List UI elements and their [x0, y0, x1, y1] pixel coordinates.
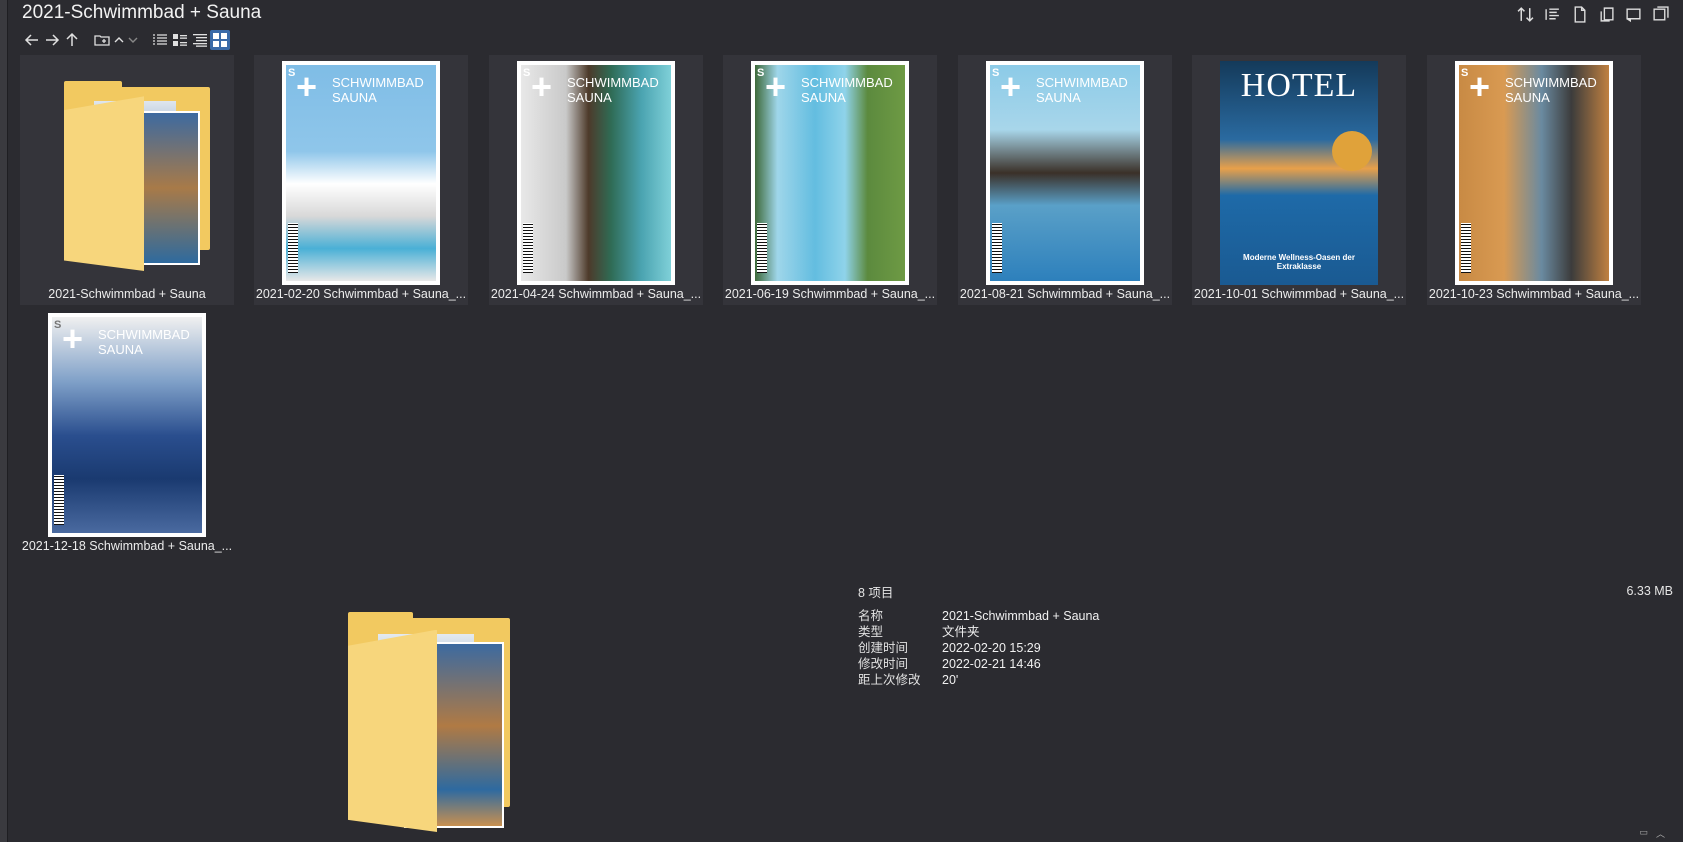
folder-item[interactable]: 2021-Schwimmbad + Sauna	[20, 55, 234, 305]
magazine-title: SCHWIMMBAD SAUNA	[801, 75, 893, 105]
details-view-icon[interactable]	[170, 30, 190, 50]
property-key: 距上次修改	[858, 673, 921, 687]
item-count: 8 项目	[858, 586, 894, 600]
file-item[interactable]: S + SCHWIMMBAD SAUNA 2021-02-20 Schwimmba…	[254, 55, 468, 305]
chevron-down-icon[interactable]	[126, 30, 140, 50]
property-row: 名称 2021-Schwimmbad + Sauna	[858, 608, 1099, 624]
bottom-right-controls: ▭ ︿	[1639, 827, 1665, 840]
magazine-cover-thumbnail: HOTEL Moderne Wellness-Oasen der Extrakl…	[1220, 61, 1378, 285]
cover-tagline: Moderne Wellness-Oasen der Extraklasse	[1243, 253, 1355, 271]
thumbnail-view-icon[interactable]	[210, 30, 230, 50]
item-label: 2021-04-24 Schwimmbad + Sauna_...	[490, 287, 702, 301]
chevron-up-icon[interactable]	[112, 30, 126, 50]
property-value: 文件夹	[942, 625, 980, 639]
window-icon[interactable]	[1650, 4, 1671, 25]
new-folder-icon[interactable]	[92, 30, 112, 50]
magazine-title: SCHWIMMBAD SAUNA	[1505, 75, 1597, 105]
item-label: 2021-08-21 Schwimmbad + Sauna_...	[959, 287, 1171, 301]
tiles-view-icon[interactable]	[190, 30, 210, 50]
collapse-icon[interactable]: ︿	[1656, 827, 1665, 840]
file-item[interactable]: HOTEL Moderne Wellness-Oasen der Extrakl…	[1192, 55, 1406, 305]
item-label: 2021-06-19 Schwimmbad + Sauna_...	[724, 287, 936, 301]
property-value: 20'	[942, 673, 959, 687]
magazine-cover-thumbnail: S + SCHWIMMBAD SAUNA	[517, 61, 675, 285]
property-row: 修改时间 2022-02-21 14:46	[858, 656, 1099, 672]
property-row: 类型 文件夹	[858, 624, 1099, 640]
magazine-title: SCHWIMMBAD SAUNA	[567, 75, 659, 105]
list-view-icon[interactable]	[150, 30, 170, 50]
window-title: 2021-Schwimmbad + Sauna	[22, 2, 262, 23]
preview-folder-icon	[348, 612, 510, 832]
property-key: 名称	[858, 609, 884, 623]
file-item[interactable]: S + SCHWIMMBAD SAUNA 2021-08-21 Schwimmba…	[958, 55, 1172, 305]
magazine-title: SCHWIMMBAD SAUNA	[98, 327, 190, 357]
folder-icon	[64, 81, 210, 271]
property-key: 类型	[858, 625, 884, 639]
item-label: 2021-02-20 Schwimmbad + Sauna_...	[255, 287, 467, 301]
property-row: 创建时间 2022-02-20 15:29	[858, 640, 1099, 656]
cover-title: HOTEL	[1240, 67, 1358, 104]
item-label: 2021-10-23 Schwimmbad + Sauna_...	[1428, 287, 1640, 301]
property-value: 2022-02-20 15:29	[942, 641, 1041, 655]
file-item[interactable]: S + SCHWIMMBAD SAUNA 2021-06-19 Schwimmba…	[723, 55, 937, 305]
forward-arrow-icon[interactable]	[42, 30, 62, 50]
property-value: 2021-Schwimmbad + Sauna	[942, 609, 1100, 623]
properties-panel: 名称 2021-Schwimmbad + Sauna 类型 文件夹 创建时间 2…	[858, 608, 1099, 688]
property-value: 2022-02-21 14:46	[942, 657, 1041, 671]
property-row: 距上次修改 20'	[858, 672, 1099, 688]
item-label: 2021-12-18 Schwimmbad + Sauna_...	[21, 539, 233, 553]
top-right-toolbar	[1515, 4, 1671, 25]
sort-icon[interactable]	[1515, 4, 1536, 25]
property-key: 创建时间	[858, 641, 909, 655]
file-item[interactable]: S + SCHWIMMBAD SAUNA 2021-10-23 Schwimmba…	[1427, 55, 1641, 305]
up-arrow-icon[interactable]	[62, 30, 82, 50]
magazine-title: SCHWIMMBAD SAUNA	[332, 75, 424, 105]
magazine-cover-thumbnail: S + SCHWIMMBAD SAUNA	[986, 61, 1144, 285]
file-item[interactable]: S + SCHWIMMBAD SAUNA 2021-12-18 Schwimmba…	[20, 307, 234, 557]
back-arrow-icon[interactable]	[22, 30, 42, 50]
details-pane-icon[interactable]	[1542, 4, 1563, 25]
file-item[interactable]: S + SCHWIMMBAD SAUNA 2021-04-24 Schwimmba…	[489, 55, 703, 305]
settings-icon[interactable]: ▭	[1639, 827, 1648, 840]
magazine-cover-thumbnail: S + SCHWIMMBAD SAUNA	[751, 61, 909, 285]
cover-badge	[1332, 131, 1372, 171]
total-size: 6.33 MB	[1626, 584, 1673, 598]
left-resize-edge[interactable]	[0, 0, 8, 842]
preview-pane-icon[interactable]	[1623, 4, 1644, 25]
magazine-cover-thumbnail: S + SCHWIMMBAD SAUNA	[282, 61, 440, 285]
document-icon[interactable]	[1569, 4, 1590, 25]
magazine-title: SCHWIMMBAD SAUNA	[1036, 75, 1128, 105]
item-label: 2021-Schwimmbad + Sauna	[48, 287, 206, 301]
property-key: 修改时间	[858, 657, 909, 671]
magazine-cover-thumbnail: S + SCHWIMMBAD SAUNA	[48, 313, 206, 537]
item-label: 2021-10-01 Schwimmbad + Sauna_...	[1193, 287, 1405, 301]
magazine-cover-thumbnail: S + SCHWIMMBAD SAUNA	[1455, 61, 1613, 285]
navigation-toolbar	[22, 30, 230, 50]
copy-path-icon[interactable]	[1596, 4, 1617, 25]
